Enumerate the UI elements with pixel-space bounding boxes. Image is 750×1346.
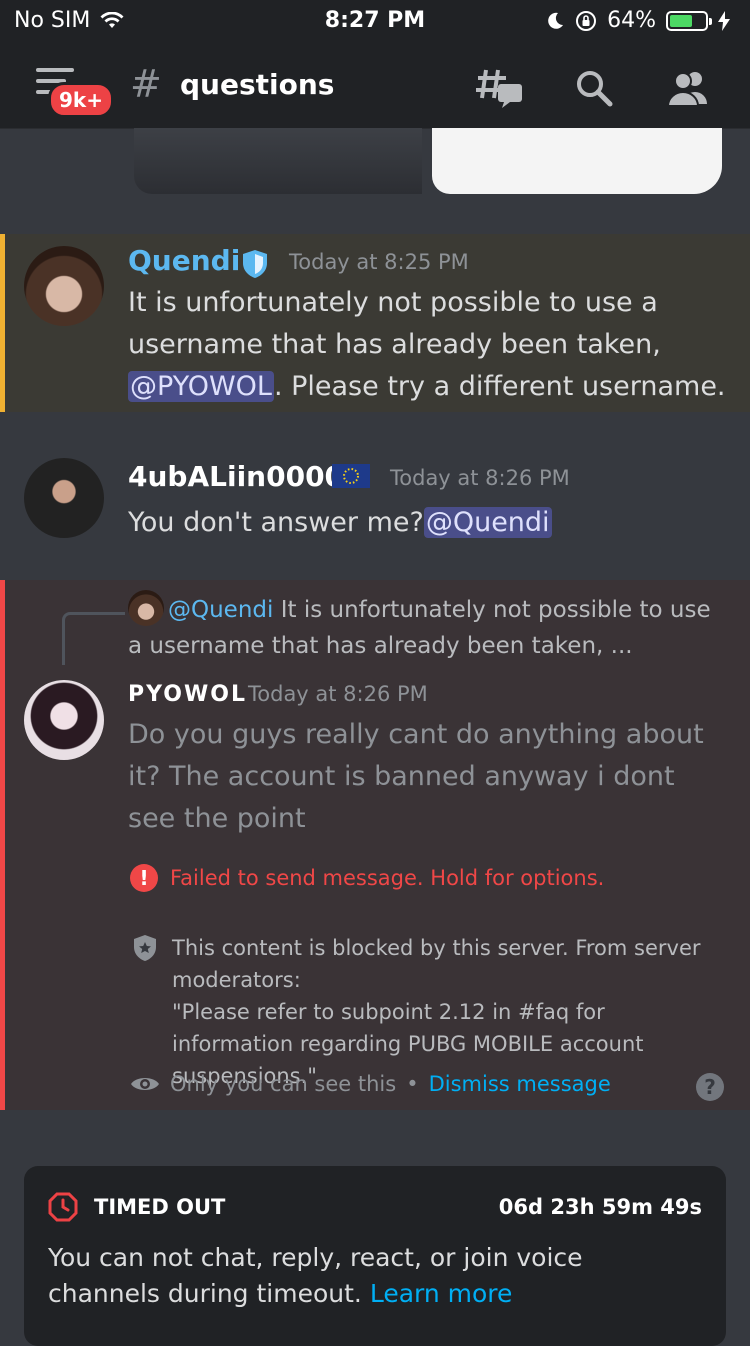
search-icon[interactable] — [570, 64, 618, 112]
timeout-timer: 06d 23h 59m 49s — [498, 1195, 702, 1219]
separator: • — [406, 1072, 419, 1096]
eye-icon — [131, 1078, 159, 1090]
carrier-label: No SIM — [14, 8, 91, 33]
user-mention[interactable]: @Quendi — [423, 507, 552, 538]
reply-preview[interactable]: @Quendi It is unfortunately not possible… — [128, 592, 718, 664]
automod-shield-icon — [134, 935, 156, 961]
message-item[interactable]: 4ubALiin0000 Today at 8:26 PM You don't … — [0, 440, 750, 570]
members-icon[interactable] — [664, 64, 712, 112]
author-name[interactable]: Quendi — [128, 244, 240, 277]
message-timestamp: Today at 8:26 PM — [248, 682, 428, 706]
channel-header: 9k+ # questions — [0, 42, 750, 129]
failed-text: Failed to send message. Hold for options… — [170, 866, 605, 890]
ephemeral-note: Only you can see this — [170, 1072, 397, 1096]
message-text: It is unfortunately not possible to use … — [128, 287, 661, 360]
message-content: It is unfortunately not possible to use … — [128, 282, 728, 408]
help-icon[interactable]: ? — [696, 1073, 724, 1101]
wifi-icon — [100, 11, 124, 28]
dismiss-message-link[interactable]: Dismiss message — [429, 1072, 611, 1096]
eu-flag-icon — [332, 464, 370, 488]
message-item[interactable]: Quendi Today at 8:25 PM It is unfortunat… — [0, 234, 750, 412]
timeout-title: TIMED OUT — [94, 1195, 226, 1219]
avatar[interactable] — [24, 680, 104, 760]
channel-hash-icon: # — [130, 62, 162, 106]
message-text: You don't answer me? — [128, 507, 424, 538]
user-mention[interactable]: @PYOWOL — [128, 371, 274, 402]
battery-percent: 64% — [607, 8, 656, 33]
reply-mention[interactable]: @Quendi — [168, 597, 273, 623]
orientation-lock-icon — [576, 10, 597, 31]
charging-icon — [718, 10, 730, 31]
timeout-clock-icon — [48, 1192, 78, 1222]
status-bar: No SIM 8:27 PM 64% — [0, 0, 750, 42]
moderator-shield-icon — [243, 250, 267, 278]
ephemeral-footer: Only you can see this • Dismiss message — [130, 1072, 611, 1096]
battery-icon — [666, 10, 712, 31]
author-name[interactable]: 4ubALiin0000 — [128, 460, 344, 493]
message-timestamp: Today at 8:25 PM — [289, 250, 469, 274]
author-name[interactable]: PYOWOL — [128, 682, 247, 707]
error-icon: ! — [130, 864, 158, 892]
failed-send-notice[interactable]: ! Failed to send message. Hold for optio… — [130, 864, 604, 892]
blocked-content-notice: This content is blocked by this server. … — [172, 932, 732, 1092]
unread-badge: 9k+ — [48, 82, 114, 118]
message-timestamp: Today at 8:26 PM — [390, 466, 570, 490]
message-text: . Please try a different username. — [273, 371, 726, 402]
avatar[interactable] — [24, 458, 104, 538]
message-content: You don't answer me?@Quendi — [128, 502, 728, 544]
learn-more-link[interactable]: Learn more — [370, 1279, 513, 1308]
timeout-banner: TIMED OUT 06d 23h 59m 49s You can not ch… — [24, 1166, 726, 1346]
attachment-image[interactable] — [432, 128, 722, 194]
attachment-image[interactable] — [134, 128, 422, 194]
moon-icon — [548, 12, 564, 29]
channel-name[interactable]: questions — [180, 68, 334, 101]
blocked-line: This content is blocked by this server. … — [172, 936, 701, 992]
message-content: Do you guys really cant do anything abou… — [128, 719, 704, 834]
avatar[interactable] — [24, 246, 104, 326]
reply-spine — [62, 612, 125, 665]
threads-icon[interactable] — [476, 64, 524, 112]
